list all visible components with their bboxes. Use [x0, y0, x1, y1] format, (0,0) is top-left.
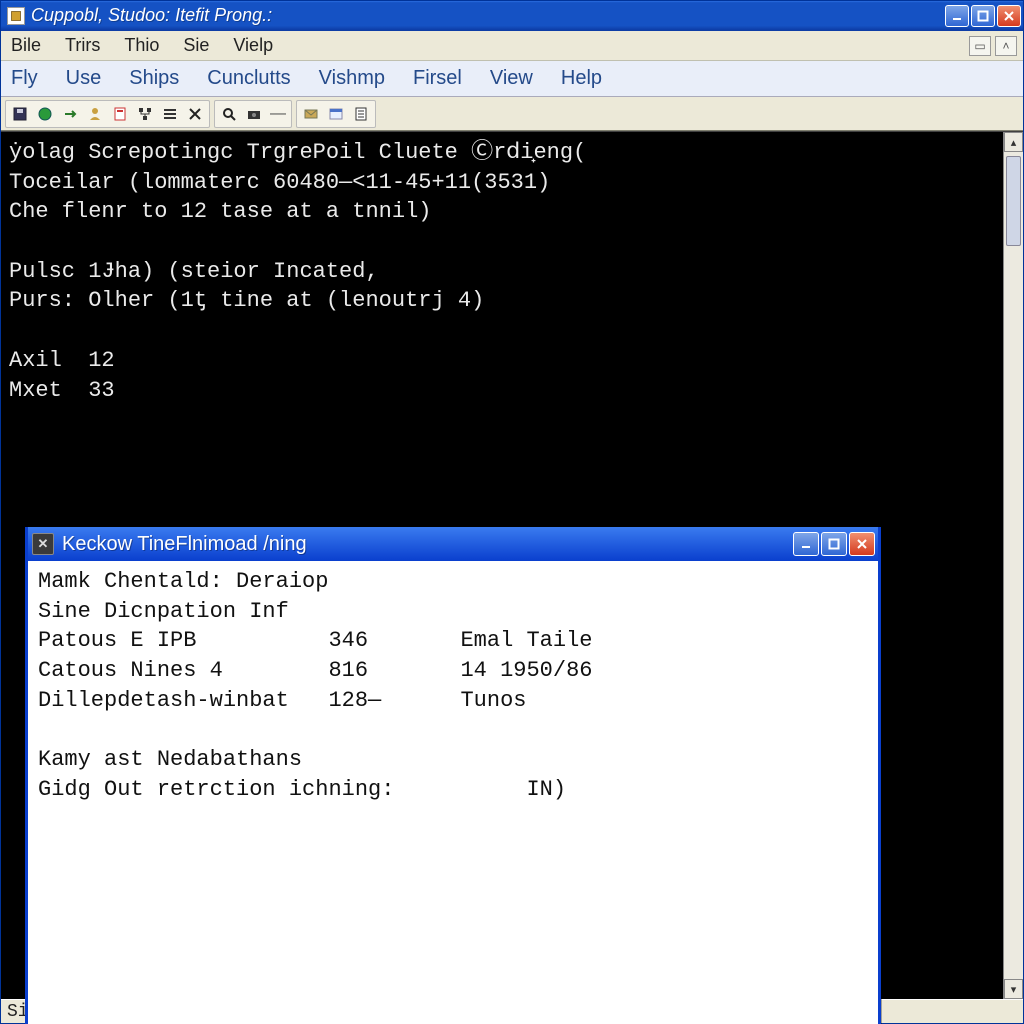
menubar-1: Bile Trirs Thio Sie Vielp ▭ ˄	[1, 31, 1023, 61]
toolbar-btn-window-icon[interactable]	[325, 103, 347, 125]
toolbar-btn-run-icon[interactable]	[59, 103, 81, 125]
vertical-scrollbar[interactable]: ▴ ▾	[1003, 132, 1023, 999]
dialog-maximize-button[interactable]	[821, 532, 847, 556]
dialog-body: Mamk Chentald: Deraiop Sine Dicnpation I…	[28, 561, 878, 1024]
console-area: ẏolag Screpotingc TrgrePoil Cluete Ⓒrⅾi̟…	[1, 131, 1023, 999]
menu1-item-4[interactable]: Vielp	[229, 33, 277, 58]
toolbar-btn-list-icon[interactable]	[350, 103, 372, 125]
dialog-window-controls	[793, 532, 875, 556]
dialog-close-button[interactable]	[849, 532, 875, 556]
menu1-item-3[interactable]: Sie	[179, 33, 213, 58]
toolbar-group-2: —	[214, 100, 292, 128]
toolbar-btn-person-icon[interactable]	[84, 103, 106, 125]
toolbar-btn-bars-icon[interactable]	[159, 103, 181, 125]
toolbar-btn-x-icon[interactable]	[184, 103, 206, 125]
toolbar-btn-globe-icon[interactable]	[34, 103, 56, 125]
menu2-item-5[interactable]: Firsel	[409, 65, 466, 92]
app-icon	[7, 7, 25, 25]
menu2-item-7[interactable]: Help	[557, 65, 606, 92]
scroll-up-arrow-icon[interactable]: ▴	[1004, 132, 1023, 152]
toolbar-group-1	[5, 100, 210, 128]
menubar-accessory-2[interactable]: ˄	[995, 36, 1017, 56]
toolbar-group-3	[296, 100, 376, 128]
menu2-item-1[interactable]: Use	[62, 65, 106, 92]
minimize-button[interactable]	[945, 5, 969, 27]
window-controls	[945, 5, 1021, 27]
dialog-close-left-icon[interactable]: ✕	[32, 533, 54, 555]
toolbar-btn-tree-icon[interactable]	[134, 103, 156, 125]
menubar-accessory-1[interactable]: ▭	[969, 36, 991, 56]
menu2-item-6[interactable]: View	[486, 65, 537, 92]
scroll-track[interactable]	[1004, 152, 1023, 979]
scroll-down-arrow-icon[interactable]: ▾	[1004, 979, 1023, 999]
toolbar-dropdown-arrow-icon[interactable]: —	[268, 105, 288, 123]
toolbar: —	[1, 97, 1023, 131]
menu2-item-2[interactable]: Ships	[125, 65, 183, 92]
menu2-item-0[interactable]: Fly	[7, 65, 42, 92]
dialog-titlebar: ✕ Keckow TineFlnimoad /ning	[28, 527, 878, 561]
close-button[interactable]	[997, 5, 1021, 27]
menu2-item-4[interactable]: Vishmp	[315, 65, 389, 92]
menu2-item-3[interactable]: Cunclutts	[203, 65, 294, 92]
menu1-item-1[interactable]: Trirs	[61, 33, 104, 58]
menu1-item-0[interactable]: Bile	[7, 33, 45, 58]
main-titlebar: Cuppobl, Studoo: Itefit Prong.:	[1, 1, 1023, 31]
dialog-minimize-button[interactable]	[793, 532, 819, 556]
window-title: Cuppobl, Studoo: Itefit Prong.:	[31, 5, 945, 26]
dialog-window: ✕ Keckow TineFlnimoad /ning Mamk Chental…	[25, 527, 881, 1024]
toolbar-btn-zoom-icon[interactable]	[218, 103, 240, 125]
menubar-2: Fly Use Ships Cunclutts Vishmp Firsel Vi…	[1, 61, 1023, 97]
toolbar-btn-disk-icon[interactable]	[9, 103, 31, 125]
maximize-button[interactable]	[971, 5, 995, 27]
toolbar-btn-camera-icon[interactable]	[243, 103, 265, 125]
toolbar-btn-mail-icon[interactable]	[300, 103, 322, 125]
main-window: Cuppobl, Studoo: Itefit Prong.: Bile Tri…	[0, 0, 1024, 1024]
dialog-title: Keckow TineFlnimoad /ning	[62, 533, 793, 556]
menu1-item-2[interactable]: Thio	[120, 33, 163, 58]
scroll-thumb[interactable]	[1006, 156, 1021, 246]
toolbar-btn-page-icon[interactable]	[109, 103, 131, 125]
